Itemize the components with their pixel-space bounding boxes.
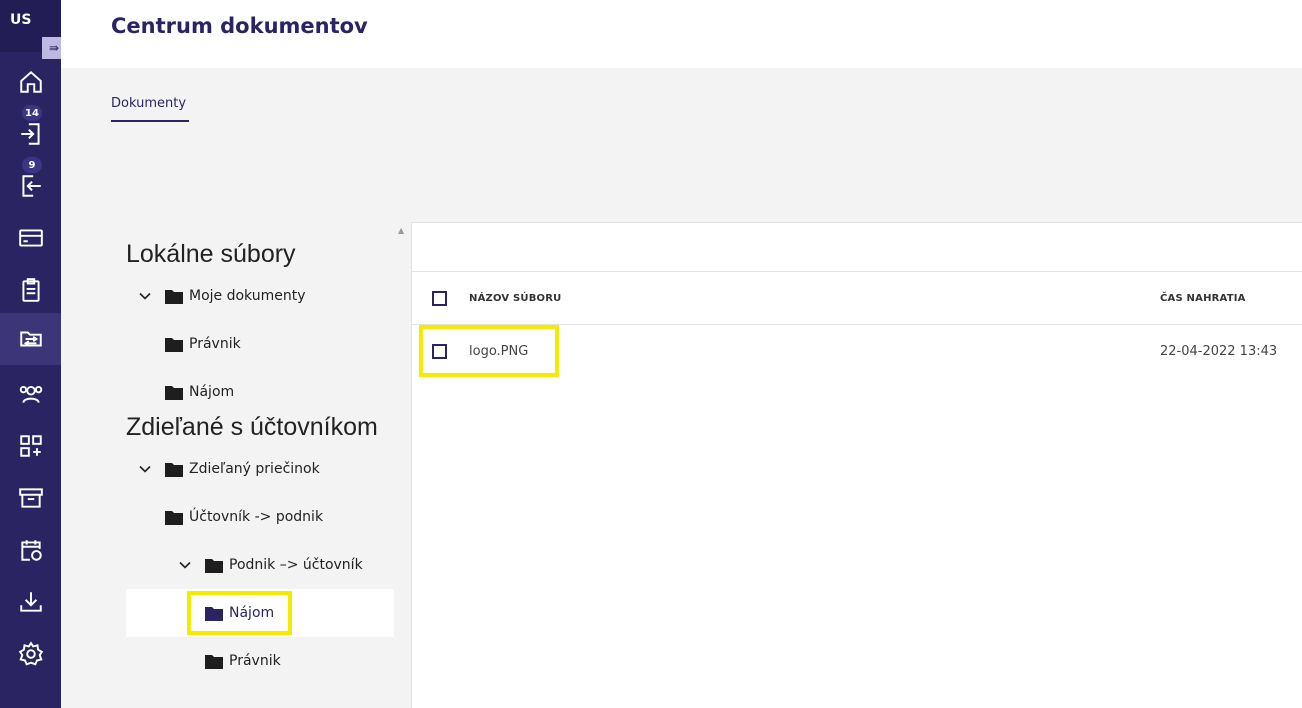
home-icon	[19, 70, 42, 93]
card-icon	[18, 229, 43, 247]
calendar-sync-icon	[20, 540, 42, 561]
tree-item-company-to-accountant[interactable]: Podnik –> účtovník	[179, 541, 363, 589]
users-icon	[19, 385, 42, 403]
tree-item-najom[interactable]: Nájom	[165, 368, 234, 416]
shared-title: Zdieľané s účtovníkom	[126, 413, 378, 441]
scroll-up-icon[interactable]: ▲	[398, 226, 404, 235]
outgoing-count-badge: 9	[21, 156, 43, 174]
tree-item-label: Moje dokumenty	[189, 288, 306, 304]
column-file-name[interactable]: NÁZOV SÚBORU	[469, 293, 561, 304]
select-all-checkbox[interactable]	[432, 291, 447, 306]
tree-item-label: Podnik –> účtovník	[229, 557, 363, 573]
nav-settings[interactable]	[0, 628, 61, 680]
nav-download[interactable]	[0, 576, 61, 628]
folder-icon	[205, 654, 223, 669]
chevron-down-icon[interactable]	[139, 290, 151, 302]
tree-item-pravnik-shared[interactable]: Právnik	[205, 637, 281, 685]
file-list: NÁZOV SÚBORU ČAS NAHRATIA logo.PNG 22-04…	[411, 222, 1302, 708]
archive-icon	[18, 488, 43, 508]
chevron-down-icon[interactable]	[179, 559, 191, 571]
apps-add-icon	[19, 435, 42, 457]
tree-item-pravnik[interactable]: Právnik	[165, 320, 241, 368]
local-files-title: Lokálne súbory	[126, 240, 296, 268]
nav-tasks[interactable]	[0, 264, 61, 316]
folder-icon	[165, 385, 183, 400]
gear-icon	[18, 641, 43, 666]
tree-item-label: Zdieľaný priečinok	[189, 461, 320, 477]
user-initials: US	[10, 12, 32, 28]
folder-tree: Lokálne súbory Moje dokumenty Právnik Ná…	[111, 222, 394, 708]
chevron-down-icon[interactable]	[139, 463, 151, 475]
tree-item-label: Právnik	[189, 336, 241, 352]
folder-icon	[165, 337, 183, 352]
folder-transfer-icon	[19, 331, 42, 347]
logout-icon	[21, 175, 41, 197]
highlight-box	[419, 325, 559, 377]
column-upload-time[interactable]: ČAS NAHRATIA	[1160, 293, 1246, 304]
folder-icon	[205, 558, 223, 573]
nav-documents[interactable]	[0, 313, 61, 365]
login-icon	[20, 123, 40, 145]
tree-item-label: Právnik	[229, 653, 281, 669]
folder-icon	[165, 510, 183, 525]
tree-item-label: Nájom	[189, 384, 235, 400]
nav-archive[interactable]	[0, 472, 61, 524]
page-title: Centrum dokumentov	[111, 14, 368, 38]
tree-item-label: Účtovník -> podnik	[189, 509, 324, 525]
nav-home[interactable]	[0, 56, 61, 108]
sidebar: US ⇛ 14 9	[0, 0, 66, 708]
upload-time: 22-04-2022 13:43	[1160, 344, 1278, 359]
nav-apps[interactable]	[0, 420, 61, 472]
tab-documents[interactable]: Dokumenty	[111, 96, 189, 122]
nav-payments[interactable]	[0, 212, 61, 264]
nav-calendar[interactable]	[0, 524, 61, 576]
folder-icon	[165, 289, 183, 304]
file-list-header: NÁZOV SÚBORU ČAS NAHRATIA	[412, 271, 1302, 325]
tree-item-accountant-to-company[interactable]: Účtovník -> podnik	[165, 493, 323, 541]
tree-item-shared-folder[interactable]: Zdieľaný priečinok	[139, 445, 320, 493]
folder-icon	[165, 462, 183, 477]
highlight-box	[187, 591, 292, 635]
clipboard-icon	[21, 278, 40, 302]
nav-contacts[interactable]	[0, 368, 61, 420]
incoming-count-badge: 14	[21, 104, 43, 122]
download-icon	[19, 592, 42, 612]
tree-item-my-documents[interactable]: Moje dokumenty	[139, 272, 306, 320]
page-header: Centrum dokumentov	[61, 0, 1302, 68]
